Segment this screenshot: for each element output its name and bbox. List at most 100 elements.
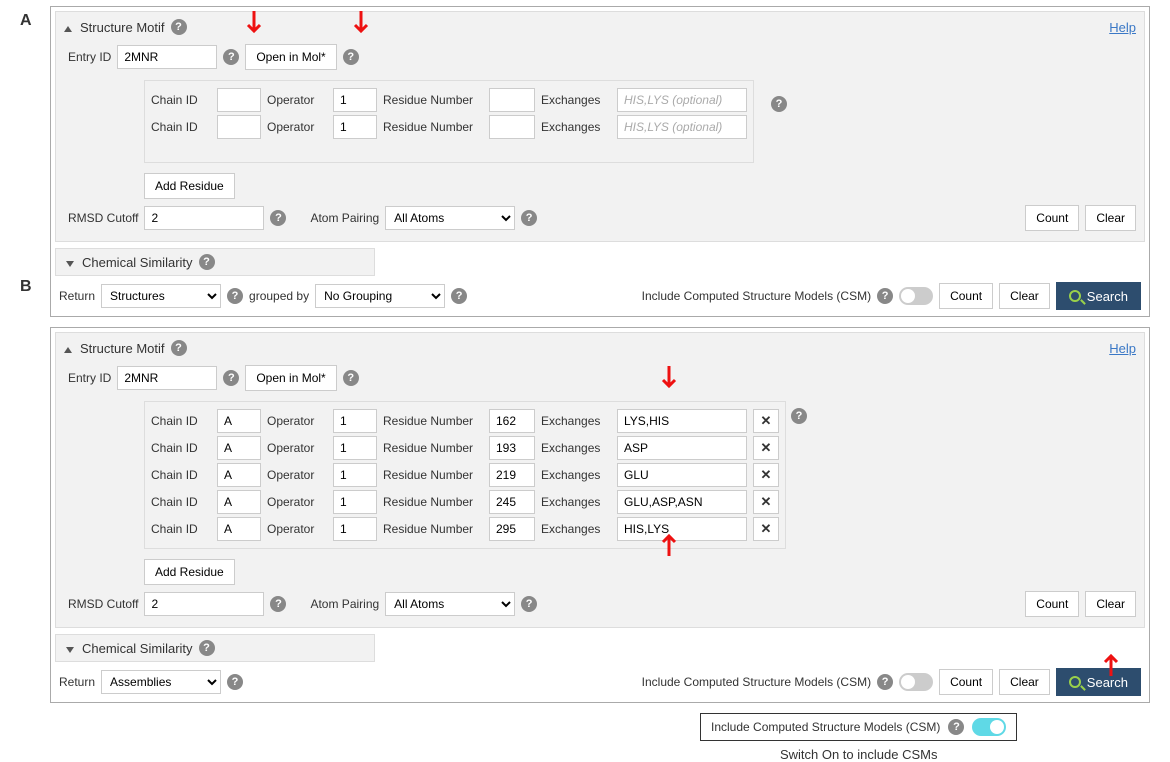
help-icon[interactable]: ?	[451, 288, 467, 304]
rmsd-input[interactable]	[144, 592, 264, 616]
entry-id-input[interactable]	[117, 366, 217, 390]
operator-input[interactable]	[333, 517, 377, 541]
help-icon[interactable]: ?	[171, 19, 187, 35]
remove-row-button[interactable]: ✕	[753, 409, 779, 433]
operator-input[interactable]	[333, 409, 377, 433]
grouping-select[interactable]: No Grouping	[315, 284, 445, 308]
operator-input[interactable]	[333, 115, 377, 139]
operator-input[interactable]	[333, 463, 377, 487]
exchanges-label: Exchanges	[541, 495, 611, 509]
count-button[interactable]: Count	[1025, 205, 1079, 231]
residue-row: Chain ID Operator Residue Number Exchang…	[151, 436, 779, 460]
clear-button[interactable]: Clear	[999, 283, 1050, 309]
expand-icon[interactable]	[66, 641, 76, 656]
residue-number-input[interactable]	[489, 436, 535, 460]
chem-similarity-section[interactable]: Chemical Similarity ?	[55, 634, 375, 662]
collapse-icon[interactable]	[64, 341, 74, 356]
exchanges-input[interactable]	[617, 490, 747, 514]
help-icon[interactable]: ?	[199, 254, 215, 270]
add-residue-button[interactable]: Add Residue	[144, 559, 235, 585]
help-icon[interactable]: ?	[521, 210, 537, 226]
help-icon[interactable]: ?	[270, 210, 286, 226]
atom-pairing-select[interactable]: All Atoms	[385, 592, 515, 616]
help-link[interactable]: Help	[1109, 341, 1136, 356]
remove-row-button[interactable]: ✕	[753, 490, 779, 514]
help-icon[interactable]: ?	[199, 640, 215, 656]
return-label: Return	[59, 675, 95, 689]
csm-inset: Include Computed Structure Models (CSM) …	[700, 713, 1017, 762]
csm-toggle[interactable]	[899, 287, 933, 305]
remove-row-button[interactable]: ✕	[753, 436, 779, 460]
csm-toggle-on[interactable]	[972, 718, 1006, 736]
residue-row: Chain ID Operator Residue Number Exchang…	[151, 517, 779, 541]
remove-row-button[interactable]: ✕	[753, 517, 779, 541]
clear-button[interactable]: Clear	[1085, 591, 1136, 617]
help-icon[interactable]: ?	[948, 719, 964, 735]
exchanges-input[interactable]	[617, 517, 747, 541]
section-title: Structure Motif	[80, 20, 165, 35]
operator-input[interactable]	[333, 88, 377, 112]
operator-label: Operator	[267, 120, 327, 134]
residue-number-label: Residue Number	[383, 522, 483, 536]
exchanges-input[interactable]	[617, 115, 747, 139]
residue-number-input[interactable]	[489, 463, 535, 487]
exchanges-input[interactable]	[617, 88, 747, 112]
remove-row-button[interactable]: ✕	[753, 463, 779, 487]
residue-number-input[interactable]	[489, 409, 535, 433]
chain-id-input[interactable]	[217, 88, 261, 112]
help-icon[interactable]: ?	[171, 340, 187, 356]
exchanges-input[interactable]	[617, 409, 747, 433]
rmsd-input[interactable]	[144, 206, 264, 230]
help-icon[interactable]: ?	[227, 674, 243, 690]
help-icon[interactable]: ?	[270, 596, 286, 612]
operator-input[interactable]	[333, 490, 377, 514]
chain-id-input[interactable]	[217, 115, 261, 139]
chain-id-input[interactable]	[217, 436, 261, 460]
residue-number-input[interactable]	[489, 490, 535, 514]
add-residue-button[interactable]: Add Residue	[144, 173, 235, 199]
chem-similarity-section[interactable]: Chemical Similarity ?	[55, 248, 375, 276]
help-icon[interactable]: ?	[791, 408, 807, 424]
clear-button[interactable]: Clear	[1085, 205, 1136, 231]
help-icon[interactable]: ?	[223, 370, 239, 386]
atom-pairing-select[interactable]: All Atoms	[385, 206, 515, 230]
structure-motif-section: Structure Motif ? Help Entry ID ? Open i…	[55, 11, 1145, 242]
help-icon[interactable]: ?	[877, 288, 893, 304]
chain-id-input[interactable]	[217, 517, 261, 541]
open-mol-button[interactable]: Open in Mol*	[245, 365, 336, 391]
help-link[interactable]: Help	[1109, 20, 1136, 35]
residue-row: Chain ID Operator Residue Number Exchang…	[151, 409, 779, 433]
collapse-icon[interactable]	[64, 20, 74, 35]
residue-row: Chain ID Operator Residue Number Exchang…	[151, 88, 747, 112]
chain-id-input[interactable]	[217, 463, 261, 487]
help-icon[interactable]: ?	[521, 596, 537, 612]
entry-id-input[interactable]	[117, 45, 217, 69]
residue-number-input[interactable]	[489, 88, 535, 112]
structure-motif-section: Structure Motif ? Help Entry ID ? Open i…	[55, 332, 1145, 628]
return-select[interactable]: Assemblies	[101, 670, 221, 694]
help-icon[interactable]: ?	[343, 49, 359, 65]
return-select[interactable]: Structures	[101, 284, 221, 308]
entry-id-label: Entry ID	[68, 371, 111, 385]
chain-id-input[interactable]	[217, 490, 261, 514]
chain-id-input[interactable]	[217, 409, 261, 433]
residue-number-input[interactable]	[489, 115, 535, 139]
help-icon[interactable]: ?	[223, 49, 239, 65]
count-button[interactable]: Count	[1025, 591, 1079, 617]
search-button[interactable]: Search	[1056, 668, 1141, 696]
help-icon[interactable]: ?	[877, 674, 893, 690]
exchanges-input[interactable]	[617, 436, 747, 460]
operator-input[interactable]	[333, 436, 377, 460]
return-bar: Return Assemblies ? Include Computed Str…	[51, 662, 1149, 702]
csm-toggle[interactable]	[899, 673, 933, 691]
help-icon[interactable]: ?	[227, 288, 243, 304]
open-mol-button[interactable]: Open in Mol*	[245, 44, 336, 70]
help-icon[interactable]: ?	[771, 96, 787, 112]
expand-icon[interactable]	[66, 255, 76, 270]
search-button[interactable]: Search	[1056, 282, 1141, 310]
help-icon[interactable]: ?	[343, 370, 359, 386]
exchanges-input[interactable]	[617, 463, 747, 487]
count-button[interactable]: Count	[939, 283, 993, 309]
residue-number-input[interactable]	[489, 517, 535, 541]
panel-a: Structure Motif ? Help Entry ID ? Open i…	[50, 6, 1150, 317]
